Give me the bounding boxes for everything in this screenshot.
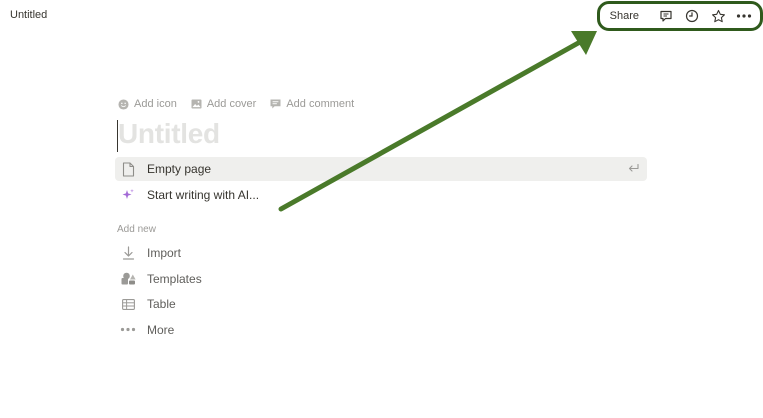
templates-option[interactable]: Templates [115, 267, 647, 291]
table-option[interactable]: Table [115, 292, 647, 316]
new-page-options: Empty page Start writing with AI... [115, 157, 647, 207]
add-icon-label: Add icon [134, 98, 177, 110]
top-bar: Untitled Share [0, 0, 763, 32]
templates-icon [119, 270, 137, 288]
add-cover-label: Add cover [206, 98, 257, 110]
empty-page-option[interactable]: Empty page [115, 157, 647, 181]
templates-label: Templates [147, 271, 202, 286]
comment-icon[interactable] [655, 5, 677, 27]
smiley-icon [118, 98, 129, 110]
page-body: Add icon Add cover Add comment Untitled [115, 95, 647, 342]
empty-page-label: Empty page [147, 162, 212, 176]
more-option[interactable]: More [115, 318, 647, 342]
add-new-list: Import Templates Table More [115, 241, 647, 342]
more-icon[interactable] [733, 5, 755, 27]
page-title-field[interactable]: Untitled [115, 118, 647, 154]
page-meta-actions: Add icon Add cover Add comment [118, 95, 647, 113]
top-actions: Share [604, 4, 755, 28]
clock-icon[interactable] [681, 5, 703, 27]
import-label: Import [147, 246, 182, 260]
add-cover-button[interactable]: Add cover [191, 98, 257, 110]
table-label: Table [147, 297, 176, 311]
download-icon [119, 244, 137, 262]
add-comment-button[interactable]: Add comment [270, 98, 354, 110]
image-icon [191, 99, 202, 109]
page-title-placeholder: Untitled [118, 118, 220, 149]
share-button[interactable]: Share [604, 7, 645, 25]
enter-key-icon [628, 160, 639, 178]
more-icon [119, 321, 137, 339]
more-label: More [147, 322, 175, 337]
sparkle-icon [119, 186, 137, 204]
page-icon [119, 160, 137, 178]
comment-icon [270, 99, 281, 109]
breadcrumb-page-title[interactable]: Untitled [10, 9, 47, 21]
start-writing-ai-option[interactable]: Start writing with AI... [115, 183, 647, 207]
add-icon-button[interactable]: Add icon [118, 98, 177, 110]
add-new-heading: Add new [117, 224, 156, 235]
star-icon[interactable] [707, 5, 729, 27]
import-option[interactable]: Import [115, 241, 647, 265]
add-comment-label: Add comment [286, 98, 355, 110]
table-icon [119, 295, 137, 313]
start-writing-ai-label: Start writing with AI... [147, 188, 260, 202]
